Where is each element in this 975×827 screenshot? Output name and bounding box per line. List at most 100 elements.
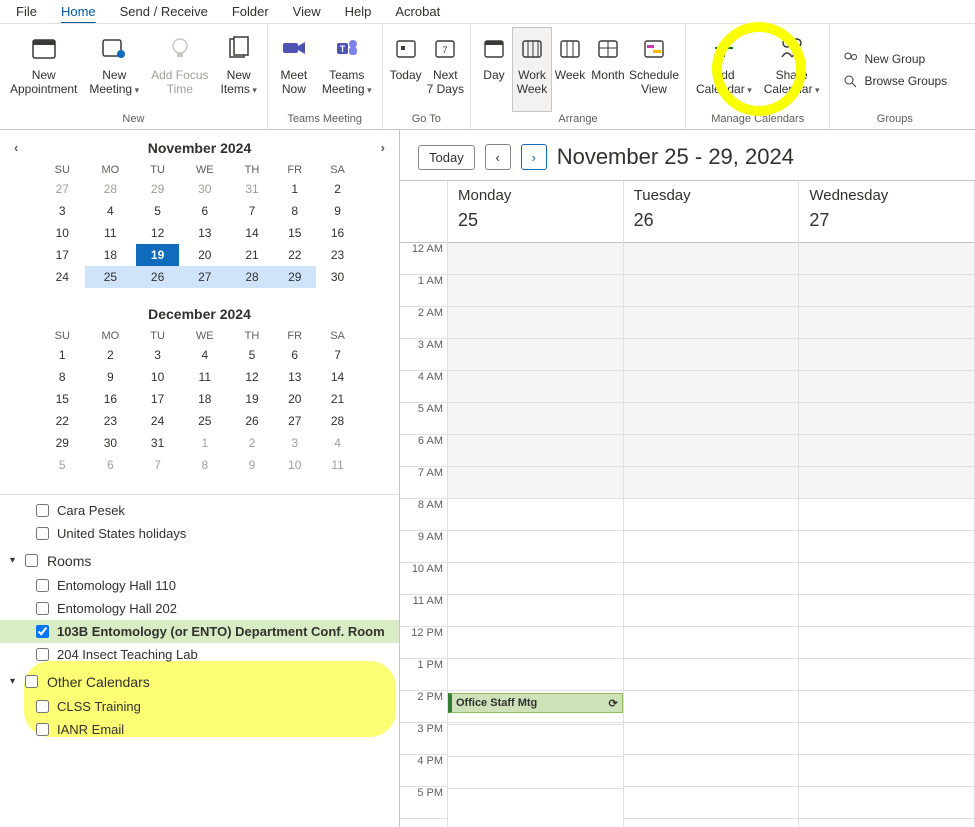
menu-view[interactable]: View — [281, 1, 333, 22]
mini-calendar-day[interactable]: 22 — [40, 410, 85, 432]
time-slot[interactable] — [799, 691, 974, 723]
rooms-group-header[interactable]: ▾ Rooms — [0, 545, 399, 574]
mini-calendar-day[interactable]: 7 — [136, 454, 179, 476]
mini-calendar-day[interactable]: 15 — [40, 388, 85, 410]
mini-calendar-day[interactable]: 9 — [85, 366, 137, 388]
next-7-days-button[interactable]: 7 Next 7 Days — [425, 28, 466, 111]
mini-calendar-day[interactable]: 21 — [231, 244, 274, 266]
day-header[interactable]: Monday25 — [448, 181, 623, 243]
time-slot[interactable] — [624, 723, 799, 755]
mini-calendar-day[interactable]: 11 — [316, 454, 359, 476]
time-slot[interactable] — [799, 755, 974, 787]
mini-calendar-day[interactable]: 5 — [231, 344, 274, 366]
calendar-list-item[interactable]: Cara Pesek — [0, 499, 399, 522]
mini-calendar-november[interactable]: ‹ November 2024 › SUMOTUWETHFRSA27282930… — [40, 140, 359, 288]
mini-calendar-day[interactable]: 2 — [85, 344, 137, 366]
mini-calendar-day[interactable]: 16 — [316, 222, 359, 244]
calendar-list-item[interactable]: Entomology Hall 202 — [0, 597, 399, 620]
time-slot[interactable] — [448, 403, 623, 435]
time-slot[interactable] — [624, 499, 799, 531]
calendar-checkbox[interactable] — [36, 723, 49, 736]
mini-calendar-day[interactable]: 6 — [273, 344, 316, 366]
time-slot[interactable] — [624, 403, 799, 435]
time-slot[interactable] — [624, 435, 799, 467]
new-meeting-button[interactable]: New Meeting — [83, 28, 145, 111]
mini-calendar-day[interactable]: 10 — [40, 222, 85, 244]
mini-calendar-day[interactable]: 8 — [40, 366, 85, 388]
time-slot[interactable] — [799, 435, 974, 467]
mini-calendar-day[interactable]: 30 — [179, 178, 231, 200]
calendar-checkbox[interactable] — [36, 700, 49, 713]
time-slot[interactable] — [624, 755, 799, 787]
mini-calendar-day[interactable]: 18 — [85, 244, 137, 266]
mini-calendar-day[interactable]: 3 — [273, 432, 316, 454]
time-slot[interactable] — [799, 403, 974, 435]
mini-calendar-day[interactable]: 18 — [179, 388, 231, 410]
other-group-checkbox[interactable] — [25, 675, 38, 688]
time-slot[interactable] — [448, 757, 623, 789]
calendar-list-item[interactable]: United States holidays — [0, 522, 399, 545]
time-slot[interactable] — [624, 627, 799, 659]
time-slot[interactable] — [624, 659, 799, 691]
calendar-checkbox[interactable] — [36, 527, 49, 540]
mini-calendar-day[interactable]: 10 — [136, 366, 179, 388]
mini-calendar-day[interactable]: 28 — [85, 178, 137, 200]
time-slot[interactable] — [624, 691, 799, 723]
calendar-list-item[interactable]: IANR Email — [0, 718, 399, 741]
mini-calendar-day[interactable]: 4 — [316, 432, 359, 454]
time-slot[interactable] — [624, 787, 799, 819]
mini-calendar-day[interactable]: 14 — [316, 366, 359, 388]
mini-calendar-day[interactable]: 5 — [136, 200, 179, 222]
mini-calendar-day[interactable]: 5 — [40, 454, 85, 476]
mini-calendar-day[interactable]: 14 — [231, 222, 274, 244]
time-slot[interactable] — [624, 339, 799, 371]
today-button[interactable]: Today — [387, 28, 425, 111]
menu-folder[interactable]: Folder — [220, 1, 281, 22]
chevron-right-icon[interactable]: › — [381, 140, 385, 155]
time-slot[interactable] — [448, 531, 623, 563]
time-slot[interactable] — [624, 467, 799, 499]
mini-calendar-december[interactable]: December 2024 SUMOTUWETHFRSA123456789101… — [40, 306, 359, 476]
week-view-button[interactable]: Week — [551, 28, 589, 111]
mini-calendar-day[interactable]: 21 — [316, 388, 359, 410]
time-slot[interactable] — [448, 627, 623, 659]
calendar-checkbox[interactable] — [36, 625, 49, 638]
time-slot[interactable] — [799, 467, 974, 499]
mini-calendar-day[interactable]: 20 — [179, 244, 231, 266]
mini-calendar-day[interactable]: 17 — [136, 388, 179, 410]
time-slot[interactable] — [448, 307, 623, 339]
browse-groups-button[interactable]: Browse Groups — [840, 70, 949, 92]
calendar-list-item[interactable]: CLSS Training — [0, 695, 399, 718]
time-slot[interactable] — [448, 435, 623, 467]
day-header[interactable]: Wednesday27 — [799, 181, 974, 243]
time-slot[interactable] — [448, 499, 623, 531]
share-calendar-button[interactable]: Share Calendar — [758, 28, 826, 111]
time-slot[interactable] — [799, 627, 974, 659]
next-week-button[interactable]: › — [521, 144, 547, 170]
time-slot[interactable] — [624, 595, 799, 627]
time-slot[interactable] — [448, 371, 623, 403]
time-slot[interactable] — [799, 787, 974, 819]
time-slot[interactable] — [799, 723, 974, 755]
time-slot[interactable] — [448, 243, 623, 275]
calendar-checkbox[interactable] — [36, 648, 49, 661]
mini-calendar-day[interactable]: 27 — [273, 410, 316, 432]
mini-calendar-day[interactable]: 8 — [179, 454, 231, 476]
time-slot[interactable] — [799, 307, 974, 339]
mini-calendar-day[interactable]: 30 — [85, 432, 137, 454]
meet-now-button[interactable]: Meet Now — [272, 28, 316, 111]
time-slot[interactable] — [799, 659, 974, 691]
menu-send-receive[interactable]: Send / Receive — [108, 1, 220, 22]
mini-calendar-day[interactable]: 9 — [231, 454, 274, 476]
day-view-button[interactable]: Day — [475, 28, 513, 111]
month-view-button[interactable]: Month — [589, 28, 627, 111]
menu-help[interactable]: Help — [333, 1, 384, 22]
mini-calendar-day[interactable]: 23 — [85, 410, 137, 432]
mini-calendar-day[interactable]: 2 — [316, 178, 359, 200]
mini-calendar-day[interactable]: 3 — [40, 200, 85, 222]
mini-calendar-day[interactable]: 23 — [316, 244, 359, 266]
time-slot[interactable] — [448, 275, 623, 307]
time-slot[interactable] — [624, 371, 799, 403]
mini-calendar-day[interactable]: 13 — [179, 222, 231, 244]
menu-file[interactable]: File — [4, 1, 49, 22]
